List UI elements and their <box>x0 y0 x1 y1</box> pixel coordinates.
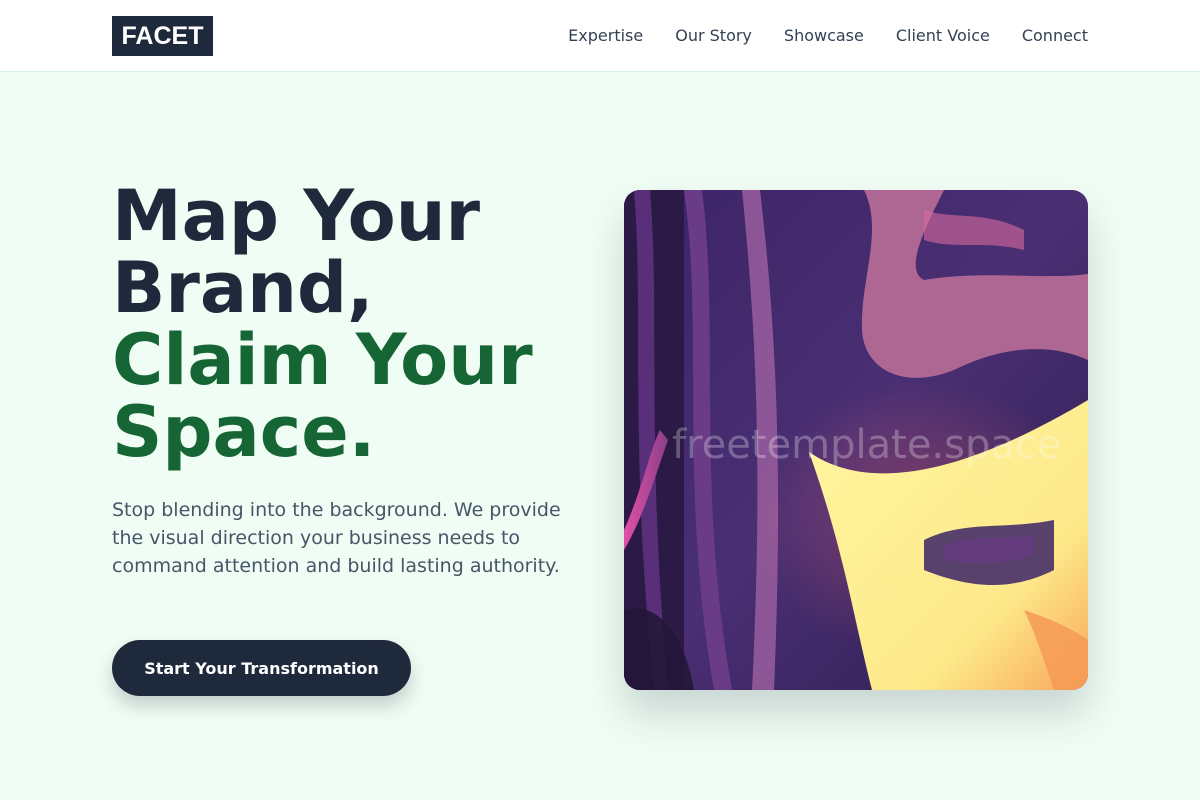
main-nav: Expertise Our Story Showcase Client Voic… <box>568 0 1088 70</box>
start-transformation-button[interactable]: Start Your Transformation <box>112 640 411 696</box>
hero-title-line-3: Claim Your <box>112 319 533 401</box>
hero-description: Stop blending into the background. We pr… <box>112 499 561 577</box>
hero-title: Map Your Brand, Claim Your Space. <box>112 180 612 468</box>
nav-link-client-voice[interactable]: Client Voice <box>896 26 990 45</box>
site-header: FACET Expertise Our Story Showcase Clien… <box>0 0 1200 72</box>
nav-link-showcase[interactable]: Showcase <box>784 26 864 45</box>
hero-image: freetemplate.space <box>624 190 1088 690</box>
hero-title-line-2: Brand, <box>112 247 374 329</box>
logo[interactable]: FACET <box>112 16 213 56</box>
nav-link-connect[interactable]: Connect <box>1022 26 1088 45</box>
nav-link-our-story[interactable]: Our Story <box>675 26 752 45</box>
hero-title-line-4: Space. <box>112 391 376 473</box>
image-watermark: freetemplate.space <box>672 422 1062 468</box>
nav-link-expertise[interactable]: Expertise <box>568 26 643 45</box>
hero-title-line-1: Map Your <box>112 175 481 257</box>
